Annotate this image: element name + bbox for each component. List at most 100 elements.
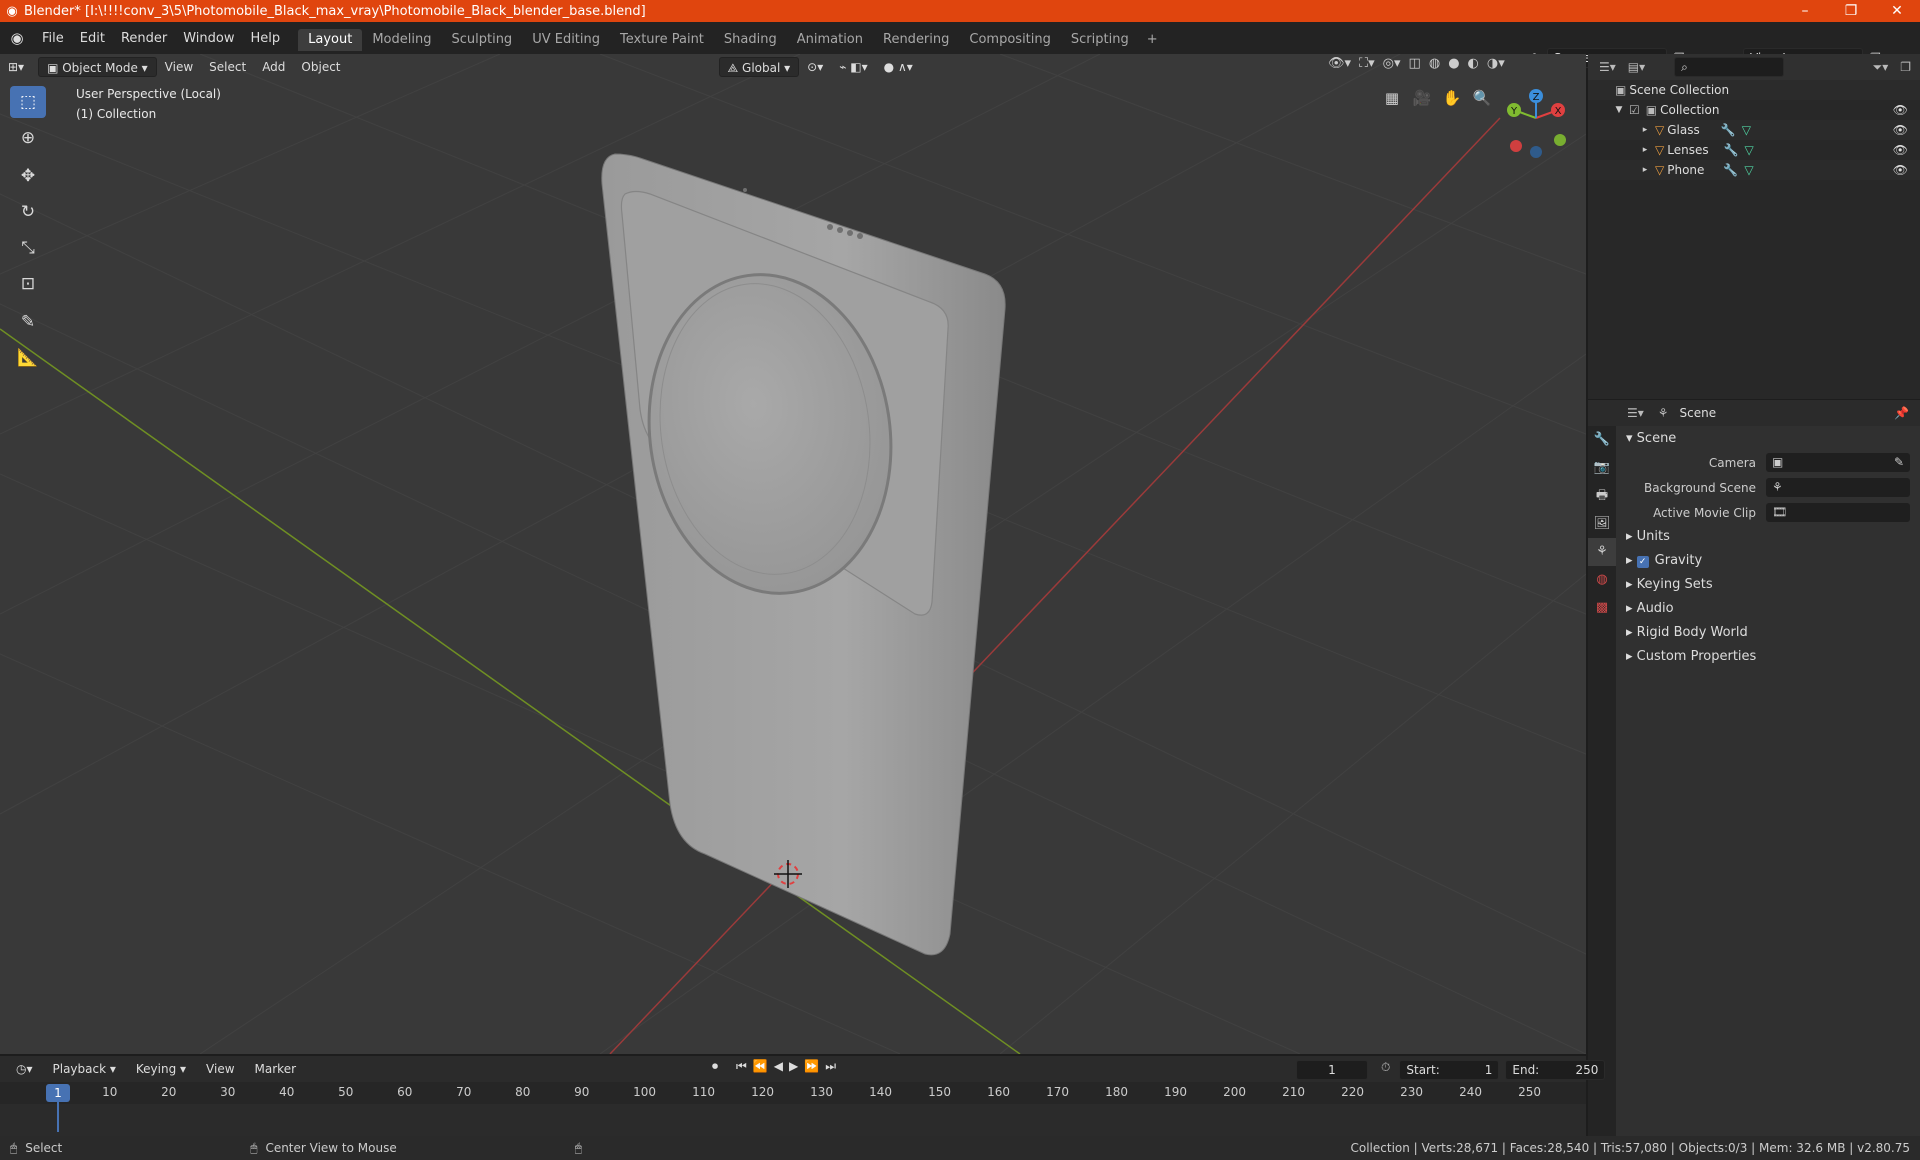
rendered-shading-icon[interactable]: ◑▾ — [1484, 56, 1508, 71]
outliner-search-input[interactable]: ⌕ — [1674, 57, 1785, 77]
material-shading-icon[interactable]: ◐ — [1465, 56, 1482, 71]
outliner-editor-type-icon[interactable]: ☰▾ — [1596, 60, 1619, 74]
tab-shading[interactable]: Shading — [714, 29, 787, 51]
wireframe-shading-icon[interactable]: ◍ — [1426, 56, 1443, 71]
expand-arrow-icon[interactable]: ▸ — [1638, 165, 1652, 175]
phone-model[interactable] — [601, 153, 1006, 956]
pivot-point-icon[interactable]: ⊙▾ — [799, 57, 831, 77]
gizmo-toggle-icon[interactable]: ⛶▾ — [1356, 56, 1378, 71]
scene-tab-icon[interactable]: ⚘ — [1588, 538, 1616, 566]
tab-texture-paint[interactable]: Texture Paint — [610, 29, 714, 51]
menu-help[interactable]: Help — [243, 31, 289, 46]
scale-tool-icon[interactable]: ⤡ — [10, 232, 46, 264]
modifier-wrench-icon[interactable]: 🔧 — [1721, 143, 1742, 157]
menu-file[interactable]: File — [34, 31, 72, 46]
start-frame-field[interactable]: Start: 1 — [1399, 1060, 1500, 1080]
cursor-tool-icon[interactable]: ⊕ — [10, 122, 46, 154]
record-icon[interactable]: ⏺ — [712, 1059, 718, 1074]
visibility-eye-icon[interactable]: 👁 — [1893, 123, 1908, 137]
menu-render[interactable]: Render — [113, 31, 175, 46]
end-frame-field[interactable]: End: 250 — [1505, 1060, 1606, 1080]
tab-scripting[interactable]: Scripting — [1061, 29, 1139, 51]
expand-arrow-icon[interactable]: ▸ — [1638, 125, 1652, 135]
mesh-data-icon[interactable]: ▽ — [1739, 123, 1754, 137]
outliner-item-scene-collection[interactable]: ▣ Scene Collection — [1588, 80, 1920, 100]
expand-arrow-icon[interactable]: ▼ — [1612, 105, 1626, 115]
menu-window[interactable]: Window — [175, 31, 242, 46]
pan-view-icon[interactable]: ✋ — [1440, 86, 1464, 110]
menu-timeline-view[interactable]: View — [198, 1059, 242, 1079]
keying-sets-panel[interactable]: ▸ Keying Sets — [1618, 573, 1920, 597]
visibility-eye-icon[interactable]: 👁 — [1893, 143, 1908, 157]
active-movie-clip-field[interactable]: 🎞 — [1766, 503, 1910, 522]
tab-compositing[interactable]: Compositing — [959, 29, 1061, 51]
jump-start-icon[interactable]: ⏮ — [736, 1059, 747, 1074]
menu-add[interactable]: Add — [254, 57, 293, 77]
menu-edit[interactable]: Edit — [72, 31, 113, 46]
tool-tab-icon[interactable]: 🔧 — [1588, 426, 1616, 454]
background-scene-field[interactable]: ⚘ — [1766, 478, 1910, 497]
move-tool-icon[interactable]: ✥ — [10, 160, 46, 192]
menu-object[interactable]: Object — [293, 57, 348, 77]
transform-orientation-dropdown[interactable]: ⟁ Global ▾ — [718, 57, 800, 77]
menu-marker[interactable]: Marker — [247, 1059, 304, 1079]
rotate-tool-icon[interactable]: ↻ — [10, 196, 46, 228]
jump-keyframe-forward-icon[interactable]: ⏩ — [804, 1059, 819, 1074]
world-tab-icon[interactable]: ◍ — [1588, 566, 1616, 594]
menu-select[interactable]: Select — [201, 57, 254, 77]
transform-tool-icon[interactable]: ⊡ — [10, 268, 46, 300]
tab-uv-editing[interactable]: UV Editing — [522, 29, 610, 51]
play-icon[interactable]: ▶ — [789, 1059, 798, 1074]
solid-shading-icon[interactable]: ● — [1445, 56, 1462, 71]
snap-icon[interactable]: ⌁ ◧▾ — [831, 57, 875, 77]
render-tab-icon[interactable]: 📷 — [1588, 454, 1616, 482]
visibility-icon[interactable]: 👁▾ — [1325, 56, 1354, 71]
modifier-wrench-icon[interactable]: 🔧 — [1718, 123, 1739, 137]
properties-editor-type-icon[interactable]: ☰▾ — [1624, 406, 1647, 420]
jump-keyframe-back-icon[interactable]: ⏪ — [753, 1059, 768, 1074]
camera-view-icon[interactable]: 🎥 — [1410, 86, 1434, 110]
texture-tab-icon[interactable]: ▩ — [1588, 594, 1616, 622]
blender-menu-icon[interactable]: ◉ — [0, 29, 34, 47]
units-panel[interactable]: ▸ Units — [1618, 525, 1920, 549]
outliner-item-glass[interactable]: ▸ ▽ Glass 🔧 ▽ 👁 — [1588, 120, 1920, 140]
mesh-data-icon[interactable]: ▽ — [1741, 163, 1756, 177]
gravity-panel[interactable]: ▸ ✓ Gravity — [1618, 549, 1920, 573]
overlay-toggle-icon[interactable]: ◎▾ — [1380, 56, 1404, 71]
visibility-eye-icon[interactable]: 👁 — [1893, 103, 1908, 117]
tab-modeling[interactable]: Modeling — [362, 29, 441, 51]
view-layer-tab-icon[interactable]: 🖼 — [1588, 510, 1616, 538]
frame-ruler[interactable]: 1102030405060708090100110120130140150160… — [0, 1082, 1586, 1104]
mesh-data-icon[interactable]: ▽ — [1742, 143, 1757, 157]
outliner-item-collection[interactable]: ▼ ☑ ▣ Collection 👁 — [1588, 100, 1920, 120]
editor-type-icon[interactable]: ⊞▾ — [0, 57, 32, 77]
measure-tool-icon[interactable]: 📐 — [10, 342, 46, 374]
restore-icon[interactable]: ❐ — [1828, 0, 1874, 22]
playhead[interactable]: 1 — [46, 1084, 70, 1102]
display-mode-icon[interactable]: ▤▾ — [1625, 60, 1648, 74]
menu-playback[interactable]: Playback ▾ — [45, 1059, 124, 1079]
xray-icon[interactable]: ◫ — [1406, 56, 1424, 71]
tab-sculpting[interactable]: Sculpting — [441, 29, 522, 51]
filter-icon[interactable]: ⏷▾ — [1870, 60, 1892, 75]
expand-arrow-icon[interactable]: ▸ — [1638, 145, 1652, 155]
tab-rendering[interactable]: Rendering — [873, 29, 959, 51]
select-box-tool-icon[interactable]: ⬚ — [10, 86, 46, 118]
new-collection-icon[interactable]: ❐ — [1897, 60, 1914, 74]
gravity-checkbox[interactable]: ✓ — [1636, 556, 1649, 568]
3d-viewport[interactable]: X Y Z ⊞▾ ▣ Object Mode ▾ View Select Add… — [0, 54, 1586, 1054]
rigid-body-world-panel[interactable]: ▸ Rigid Body World — [1618, 621, 1920, 645]
tab-layout[interactable]: Layout — [298, 29, 363, 51]
add-workspace-icon[interactable]: + — [1139, 29, 1166, 51]
jump-end-icon[interactable]: ⏭ — [825, 1059, 836, 1074]
checkbox-icon[interactable]: ☑ — [1626, 103, 1643, 117]
navigation-gizmo[interactable]: X Y Z — [1507, 89, 1566, 158]
scene-panel-header[interactable]: ▾ Scene — [1618, 428, 1920, 450]
menu-view[interactable]: View — [157, 57, 201, 77]
play-reverse-icon[interactable]: ◀ — [774, 1059, 783, 1074]
minimize-icon[interactable]: – — [1782, 0, 1828, 22]
camera-field[interactable]: ▣ ✎ — [1766, 453, 1910, 472]
pin-icon[interactable]: 📌 — [1891, 406, 1912, 420]
close-icon[interactable]: ✕ — [1874, 0, 1920, 22]
custom-properties-panel[interactable]: ▸ Custom Properties — [1618, 645, 1920, 669]
